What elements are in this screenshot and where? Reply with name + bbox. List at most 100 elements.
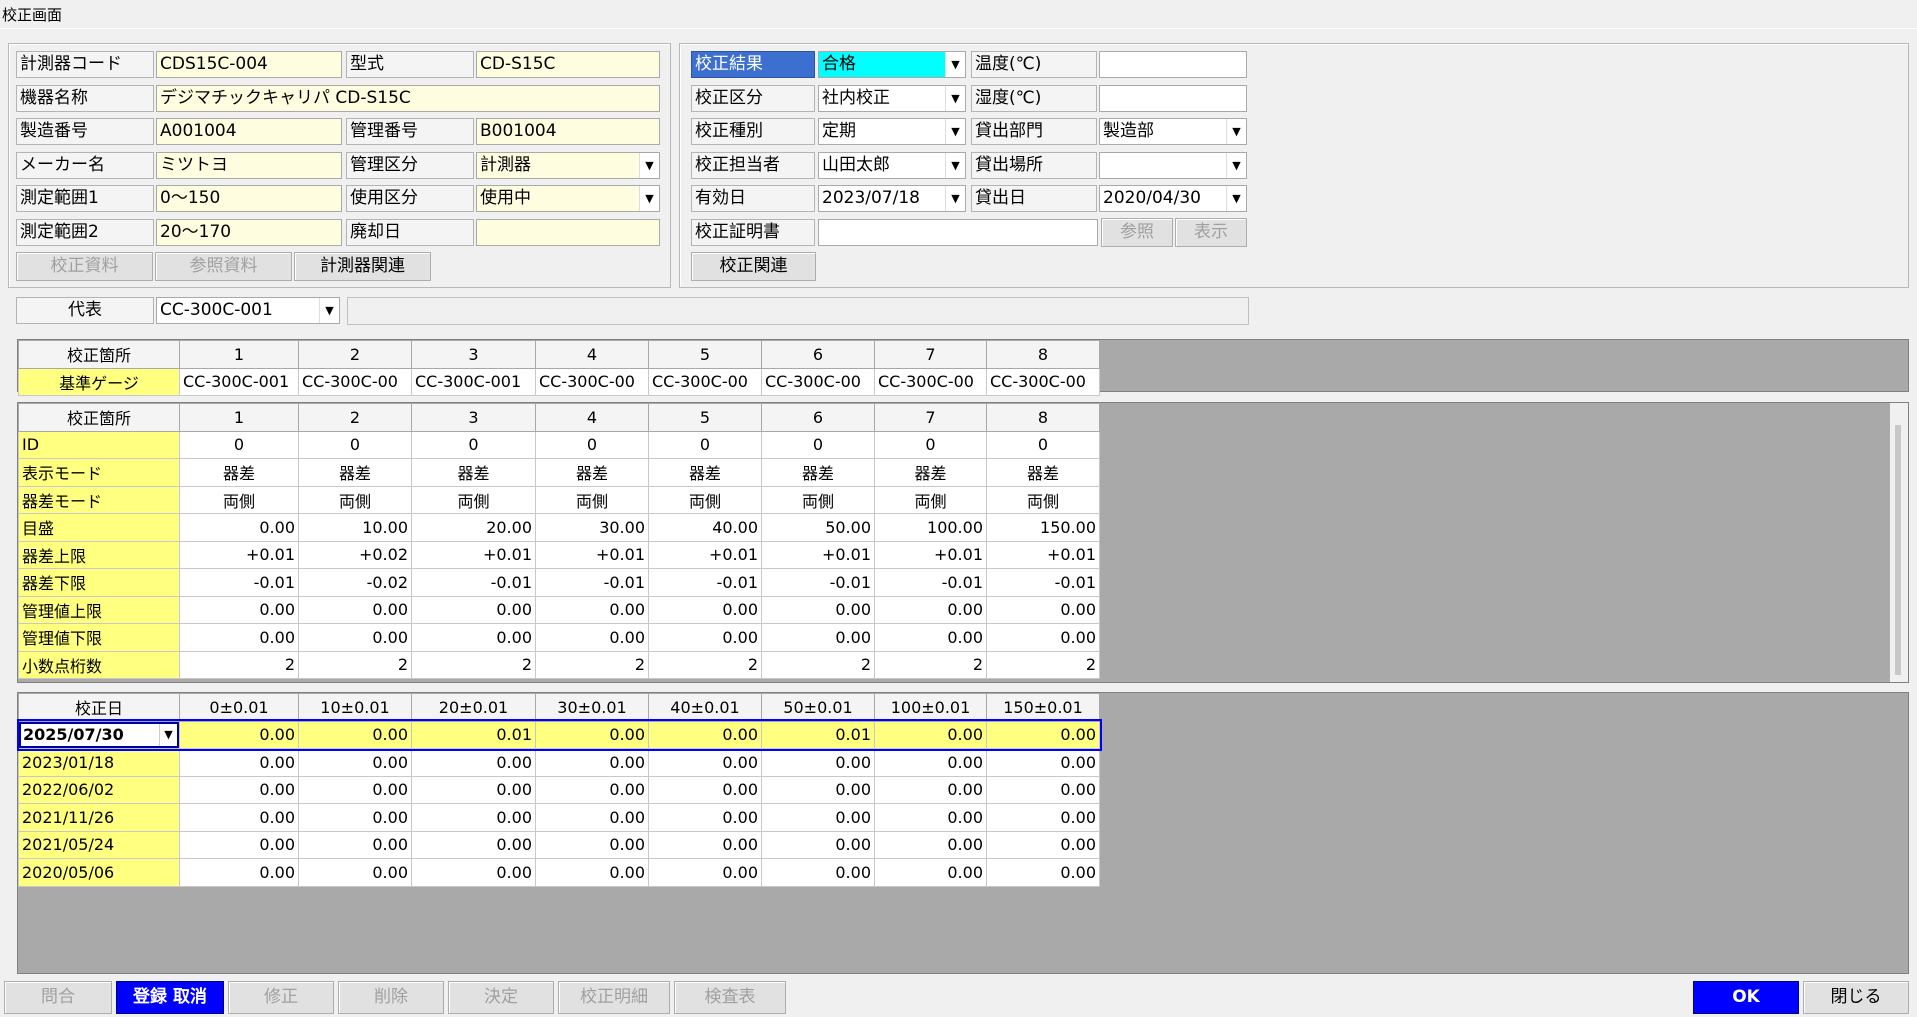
settings-cell[interactable]: 150.00 bbox=[986, 513, 1100, 542]
settings-cell[interactable]: 0.00 bbox=[874, 623, 987, 652]
history-cell[interactable]: 0.00 bbox=[986, 858, 1100, 887]
settings-cell[interactable]: 両側 bbox=[874, 485, 987, 514]
settings-cell[interactable]: 0.00 bbox=[535, 595, 649, 624]
history-cell[interactable]: 0.00 bbox=[179, 858, 299, 887]
settings-cell[interactable]: 0.00 bbox=[761, 623, 875, 652]
chevron-down-icon[interactable]: ▼ bbox=[945, 119, 965, 144]
inquiry-button[interactable]: 問合 bbox=[4, 981, 112, 1014]
history-cell[interactable]: 0.00 bbox=[535, 830, 649, 859]
settings-cell[interactable]: 0.00 bbox=[986, 595, 1100, 624]
settings-cell[interactable]: +0.01 bbox=[535, 540, 649, 569]
settings-cell[interactable]: 器差 bbox=[411, 458, 536, 487]
history-cell[interactable]: 0.00 bbox=[179, 748, 299, 777]
settings-cell[interactable]: 両側 bbox=[298, 485, 412, 514]
settings-cell[interactable]: +0.01 bbox=[648, 540, 762, 569]
calib-docs-button[interactable]: 校正資料 bbox=[16, 252, 153, 281]
settings-cell[interactable]: 2 bbox=[986, 650, 1100, 679]
settings-cell[interactable]: 2 bbox=[761, 650, 875, 679]
history-cell[interactable]: 0.00 bbox=[298, 858, 412, 887]
history-date-cell[interactable]: 2021/05/24 bbox=[18, 830, 180, 859]
history-cell[interactable]: 0.00 bbox=[986, 803, 1100, 832]
settings-cell[interactable]: -0.01 bbox=[411, 568, 536, 597]
settings-cell[interactable]: +0.01 bbox=[761, 540, 875, 569]
settings-cell[interactable]: 両側 bbox=[535, 485, 649, 514]
settings-cell[interactable]: 0 bbox=[874, 430, 987, 459]
settings-cell[interactable]: 0.00 bbox=[411, 623, 536, 652]
settings-cell[interactable]: +0.02 bbox=[298, 540, 412, 569]
settings-cell[interactable]: 器差 bbox=[986, 458, 1100, 487]
history-cell[interactable]: 0.00 bbox=[986, 748, 1100, 777]
settings-cell[interactable]: 2 bbox=[179, 650, 299, 679]
history-cell[interactable]: 0.00 bbox=[411, 748, 536, 777]
settings-cell[interactable]: 30.00 bbox=[535, 513, 649, 542]
instrument-related-button[interactable]: 計測器関連 bbox=[294, 252, 431, 281]
history-date-cell[interactable]: 2020/05/06 bbox=[18, 858, 180, 887]
maker-field[interactable]: ミツトヨ bbox=[156, 152, 342, 179]
class-select[interactable]: 社内校正 ▼ bbox=[818, 85, 966, 112]
history-cell[interactable]: 0.00 bbox=[874, 720, 987, 749]
gauge-cell[interactable]: CC-300C-00 bbox=[648, 367, 762, 396]
code-field[interactable]: CDS15C-004 bbox=[156, 51, 342, 78]
history-cell[interactable]: 0.00 bbox=[535, 775, 649, 804]
history-date-cell[interactable]: 2023/01/18 bbox=[18, 748, 180, 777]
settings-cell[interactable]: 両側 bbox=[648, 485, 762, 514]
model-field[interactable]: CD-S15C bbox=[476, 51, 660, 78]
gauge-cell[interactable]: CC-300C-00 bbox=[298, 367, 412, 396]
temp2-field[interactable] bbox=[1099, 85, 1247, 112]
settings-cell[interactable]: -0.01 bbox=[874, 568, 987, 597]
settings-cell[interactable]: 0.00 bbox=[761, 595, 875, 624]
settings-cell[interactable]: 0 bbox=[298, 430, 412, 459]
history-cell[interactable]: 0.00 bbox=[298, 775, 412, 804]
lend-date-select[interactable]: 2020/04/30 ▼ bbox=[1099, 185, 1247, 212]
gauge-cell[interactable]: CC-300C-001 bbox=[411, 367, 536, 396]
lend-place-select[interactable]: ▼ bbox=[1099, 152, 1247, 179]
chevron-down-icon[interactable]: ▼ bbox=[159, 723, 177, 746]
delete-button[interactable]: 削除 bbox=[338, 981, 444, 1014]
name-field[interactable]: デジマチックキャリパ CD-S15C bbox=[156, 85, 660, 112]
disposal-field[interactable] bbox=[476, 219, 660, 246]
cert-field[interactable] bbox=[818, 219, 1098, 246]
history-cell[interactable]: 0.00 bbox=[761, 858, 875, 887]
settings-cell[interactable]: 0.00 bbox=[179, 623, 299, 652]
history-cell[interactable]: 0.00 bbox=[648, 803, 762, 832]
settings-cell[interactable]: +0.01 bbox=[986, 540, 1100, 569]
history-cell[interactable]: 0.00 bbox=[986, 720, 1100, 749]
settings-cell[interactable]: 0.00 bbox=[648, 595, 762, 624]
history-cell[interactable]: 0.00 bbox=[761, 803, 875, 832]
history-cell[interactable]: 0.00 bbox=[411, 803, 536, 832]
history-cell[interactable]: 0.01 bbox=[411, 720, 536, 749]
show-button[interactable]: 表示 bbox=[1175, 218, 1247, 247]
chevron-down-icon[interactable]: ▼ bbox=[945, 86, 965, 111]
history-cell[interactable]: 0.00 bbox=[761, 748, 875, 777]
settings-cell[interactable]: 0 bbox=[179, 430, 299, 459]
history-cell[interactable]: 0.00 bbox=[648, 830, 762, 859]
history-date-cell[interactable]: 2021/11/26 bbox=[18, 803, 180, 832]
history-cell[interactable]: 0.00 bbox=[298, 720, 412, 749]
history-cell[interactable]: 0.00 bbox=[535, 720, 649, 749]
settings-cell[interactable]: +0.01 bbox=[411, 540, 536, 569]
settings-cell[interactable]: -0.01 bbox=[535, 568, 649, 597]
chevron-down-icon[interactable]: ▼ bbox=[639, 186, 659, 211]
settings-cell[interactable]: 2 bbox=[874, 650, 987, 679]
gauge-cell[interactable]: CC-300C-00 bbox=[761, 367, 875, 396]
history-cell[interactable]: 0.00 bbox=[535, 858, 649, 887]
settings-cell[interactable]: 2 bbox=[298, 650, 412, 679]
gauge-cell[interactable]: CC-300C-00 bbox=[874, 367, 987, 396]
settings-cell[interactable]: 器差 bbox=[874, 458, 987, 487]
settings-cell[interactable]: 0.00 bbox=[411, 595, 536, 624]
settings-cell[interactable]: 0.00 bbox=[298, 623, 412, 652]
person-select[interactable]: 山田太郎 ▼ bbox=[818, 152, 966, 179]
settings-cell[interactable]: 0 bbox=[411, 430, 536, 459]
settings-cell[interactable]: +0.01 bbox=[874, 540, 987, 569]
history-cell[interactable]: 0.00 bbox=[535, 748, 649, 777]
settings-cell[interactable]: 0.00 bbox=[179, 595, 299, 624]
settings-cell[interactable]: 0.00 bbox=[298, 595, 412, 624]
browse-button[interactable]: 参照 bbox=[1101, 218, 1173, 247]
chevron-down-icon[interactable]: ▼ bbox=[319, 298, 339, 323]
history-cell[interactable]: 0.00 bbox=[874, 858, 987, 887]
history-cell[interactable]: 0.00 bbox=[648, 775, 762, 804]
scrollbar-thumb[interactable] bbox=[1895, 425, 1901, 675]
settings-cell[interactable]: +0.01 bbox=[179, 540, 299, 569]
history-cell[interactable]: 0.00 bbox=[986, 830, 1100, 859]
settings-cell[interactable]: -0.01 bbox=[986, 568, 1100, 597]
